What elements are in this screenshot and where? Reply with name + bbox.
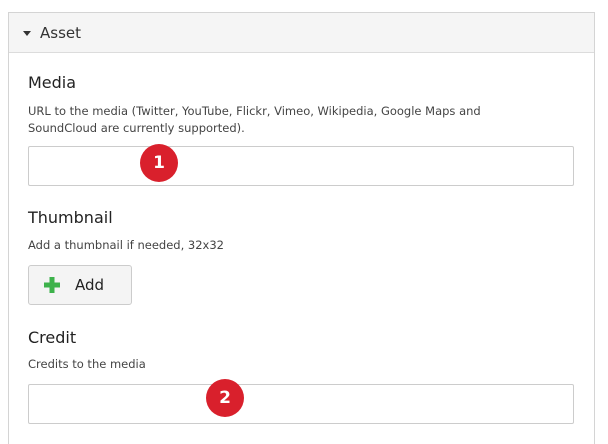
plus-icon — [44, 277, 60, 293]
media-help-text: URL to the media (Twitter, YouTube, Flic… — [28, 104, 481, 135]
media-label: Media — [28, 73, 77, 92]
caret-down-icon[interactable] — [23, 30, 31, 36]
thumbnail-help-text: Add a thumbnail if needed, 32x32 — [28, 238, 224, 252]
credit-help-text: Credits to the media — [28, 357, 146, 371]
annotation-marker-2: 2 — [206, 379, 244, 417]
add-button-label: Add — [75, 276, 105, 294]
asset-panel: Asset Media URL to the media (Twitter, Y… — [8, 12, 595, 444]
credit-input[interactable] — [28, 384, 574, 424]
credit-label: Credit — [28, 328, 77, 347]
asset-panel-header[interactable]: Asset — [9, 13, 594, 53]
annotation-marker-1: 1 — [140, 144, 178, 182]
add-thumbnail-button[interactable]: Add — [28, 265, 132, 305]
media-url-input[interactable] — [28, 146, 574, 186]
thumbnail-label: Thumbnail — [28, 208, 113, 227]
asset-panel-title: Asset — [40, 23, 82, 42]
